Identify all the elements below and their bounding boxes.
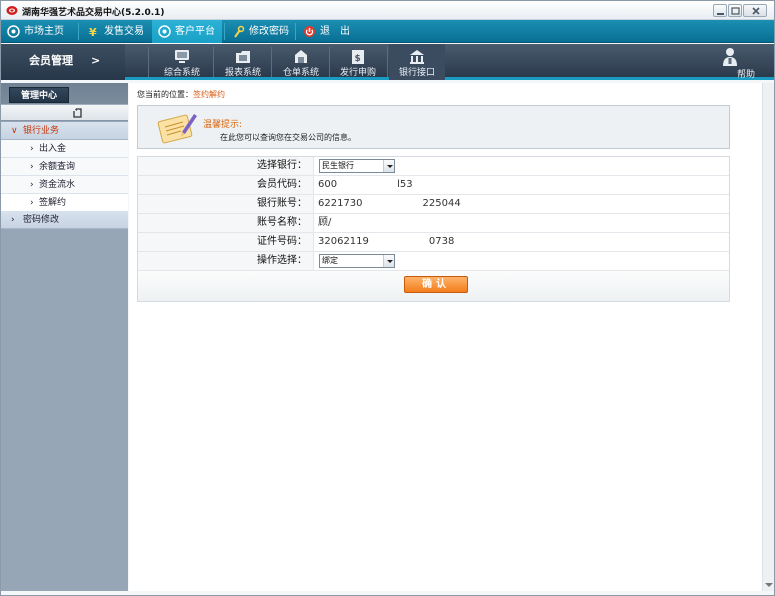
- certificate-icon: $: [352, 50, 364, 64]
- key-icon: [234, 25, 245, 38]
- sidebar-tab-management-center[interactable]: 管理中心: [9, 87, 69, 103]
- globe-icon: [7, 25, 20, 38]
- yen-icon: ¥: [89, 26, 97, 38]
- tab-customer-platform[interactable]: 客户平台: [152, 20, 222, 43]
- confirm-button[interactable]: 确认: [404, 276, 468, 293]
- sidebar-group-password-change[interactable]: › 密码修改: [1, 211, 128, 229]
- chevron-right-icon: ›: [30, 180, 34, 190]
- sidebar-item-fund-flow[interactable]: › 资金流水: [1, 176, 128, 194]
- chevron-down-icon: ∨: [11, 126, 18, 136]
- form-footer: 确认: [138, 271, 729, 301]
- user-help-icon: [723, 48, 737, 66]
- form-row-id-number: 证件号码： 32062119 0738: [138, 233, 729, 252]
- subnav-report-system[interactable]: 报表系统: [215, 44, 271, 80]
- chevron-right-icon: ›: [30, 144, 34, 154]
- maximize-button[interactable]: [728, 4, 742, 17]
- member-code-value: 600 l53: [318, 179, 413, 190]
- chevron-down-icon: [383, 255, 394, 267]
- bank-account-label: 银行账号：: [138, 195, 314, 213]
- id-number-value: 32062119 0738: [318, 236, 455, 247]
- section-arrow: >: [91, 54, 101, 67]
- breadcrumb-current[interactable]: 签约解约: [193, 90, 225, 99]
- form-row-account-name: 账号名称： 顾/: [138, 214, 729, 233]
- power-icon: [304, 26, 315, 37]
- subnav-bank-interface[interactable]: 银行接口: [389, 44, 445, 80]
- section-title: 会员管理 >: [1, 44, 125, 80]
- chevron-down-icon: [383, 160, 394, 172]
- operation-label: 操作选择：: [138, 252, 314, 270]
- sidebar-item-balance-query[interactable]: › 余额查询: [1, 158, 128, 176]
- refresh-icon: [73, 108, 82, 118]
- tip-text: 在此您可以查询您在交易公司的信息。: [220, 133, 356, 142]
- close-icon: [752, 7, 760, 15]
- breadcrumb: 您当前的位置：签约解约: [137, 90, 225, 99]
- sidebar-group-bank-business[interactable]: ∨ 银行业务: [1, 122, 128, 140]
- app-logo-icon: [6, 6, 18, 15]
- tab-issue-trade[interactable]: ¥ 发售交易: [81, 20, 149, 43]
- main-content: 您当前的位置：签约解约 温馨提示: 在此您可以查询您在交易公司的信息。 选择银行…: [129, 83, 762, 591]
- maximize-icon: [731, 7, 740, 15]
- sign-form: 选择银行： 民生银行 会员代码： 600 l53 银行账号： 6221730 2…: [137, 156, 730, 302]
- sidebar-header: 管理中心: [1, 83, 128, 121]
- tab-change-password[interactable]: 修改密码: [226, 20, 294, 43]
- member-code-label: 会员代码：: [138, 176, 314, 194]
- subnav-issue-subscription[interactable]: $ 发行申购: [331, 44, 385, 80]
- document-icon: [295, 50, 307, 63]
- tip-title: 温馨提示:: [203, 120, 243, 130]
- minimize-button[interactable]: [713, 4, 727, 17]
- vertical-scrollbar[interactable]: [762, 83, 774, 591]
- bank-select[interactable]: 民生银行: [319, 159, 395, 173]
- main-nav: 市场主页 ¥ 发售交易 客户平台 修改密码 退 出: [1, 20, 774, 43]
- svg-text:$: $: [355, 54, 361, 64]
- chevron-right-icon: ›: [30, 198, 34, 208]
- chevron-right-icon: ›: [30, 162, 34, 172]
- minimize-icon: [717, 13, 724, 15]
- bank-account-value: 6221730 225044: [318, 198, 461, 209]
- subnav-warehouse-system[interactable]: 仓单系统: [273, 44, 329, 80]
- chevron-right-icon: ›: [11, 215, 15, 225]
- select-bank-label: 选择银行：: [138, 157, 314, 175]
- subnav-general-system[interactable]: 综合系统: [153, 44, 211, 80]
- close-button[interactable]: [743, 4, 767, 17]
- scroll-down-icon[interactable]: [765, 583, 773, 587]
- tip-box: 温馨提示: 在此您可以查询您在交易公司的信息。: [137, 105, 730, 149]
- monitor-icon: [175, 50, 189, 63]
- bank-icon: [410, 50, 424, 64]
- sidebar-item-sign-unsign[interactable]: › 签解约: [1, 194, 128, 212]
- sidebar: 管理中心 ∨ 银行业务 › 出入金 › 余额查询 › 资金流水 › 签解约 › …: [1, 83, 128, 591]
- folder-icon: [236, 51, 250, 63]
- form-row-bank: 选择银行： 民生银行: [138, 157, 729, 176]
- app-window: 湖南华强艺术品交易中心(5.2.0.1) 市场主页 ¥ 发售交易 客户平台 修改…: [0, 0, 775, 596]
- note-pencil-icon: [157, 114, 197, 144]
- window-title: 湖南华强艺术品交易中心(5.2.0.1): [22, 8, 165, 18]
- id-number-label: 证件号码：: [138, 233, 314, 251]
- title-bar: 湖南华强艺术品交易中心(5.2.0.1): [1, 1, 774, 20]
- help-button[interactable]: 帮助: [717, 44, 774, 80]
- operation-select[interactable]: 绑定: [319, 254, 395, 268]
- form-row-bank-account: 银行账号： 6221730 225044: [138, 195, 729, 214]
- sub-toolbar: 会员管理 > 综合系统 报表系统 仓单系统 $ 发行申购 银行接口 帮助: [1, 44, 774, 80]
- sidebar-item-deposit-withdraw[interactable]: › 出入金: [1, 140, 128, 158]
- svg-text:¥: ¥: [89, 26, 97, 38]
- globe-icon: [158, 25, 171, 38]
- tab-logout[interactable]: 退 出: [297, 20, 365, 43]
- form-row-member-code: 会员代码： 600 l53: [138, 176, 729, 195]
- account-name-label: 账号名称：: [138, 214, 314, 232]
- sidebar-refresh-bar[interactable]: [1, 104, 128, 120]
- form-row-operation: 操作选择： 绑定: [138, 252, 729, 271]
- tab-market-home[interactable]: 市场主页: [1, 20, 75, 43]
- account-name-value: 顾/: [318, 217, 332, 228]
